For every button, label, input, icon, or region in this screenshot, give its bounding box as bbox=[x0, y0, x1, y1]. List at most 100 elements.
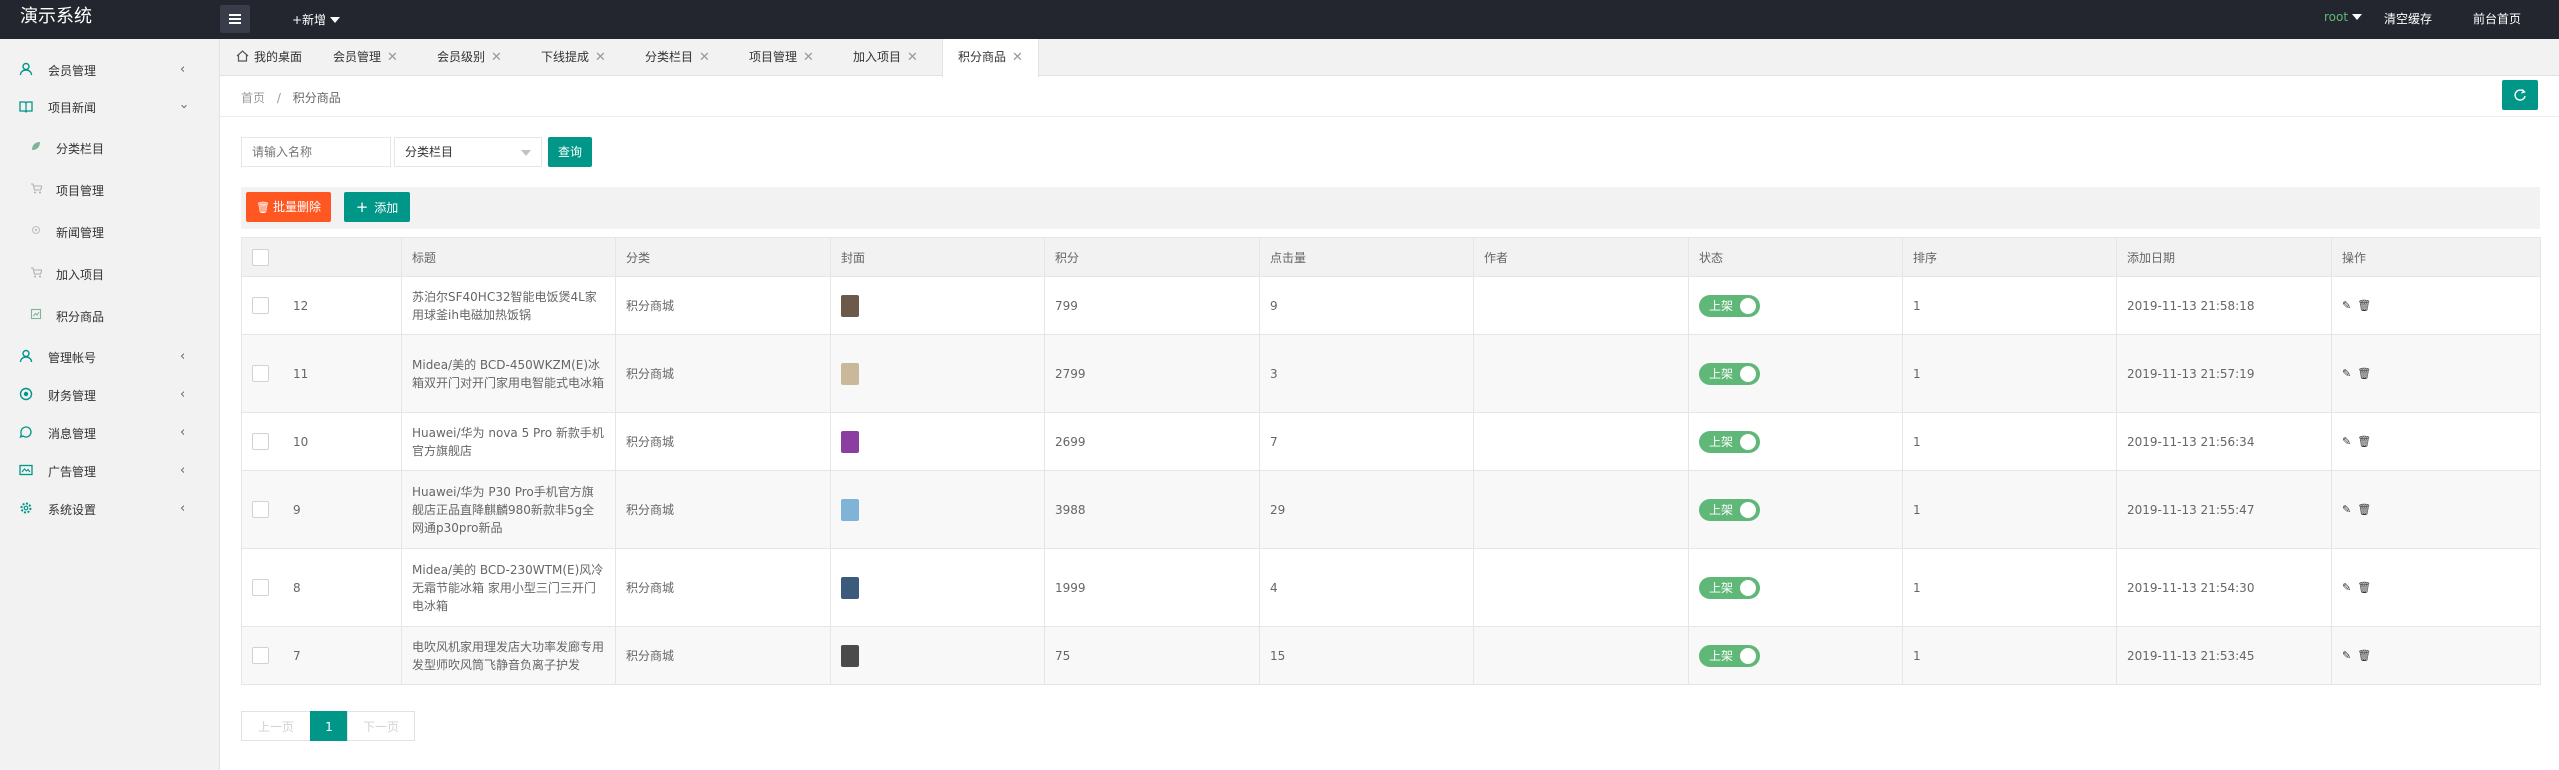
breadcrumb-current: 积分商品 bbox=[292, 91, 341, 105]
sidebar-subitem-category[interactable]: 分类栏目 bbox=[0, 127, 220, 167]
row-checkbox[interactable] bbox=[252, 579, 269, 596]
close-icon[interactable]: ✕ bbox=[1012, 50, 1023, 65]
cover-thumbnail[interactable] bbox=[841, 576, 859, 599]
edit-icon[interactable]: ✎ bbox=[2342, 297, 2351, 315]
prev-page-button[interactable]: 上一页 bbox=[241, 711, 311, 741]
sidebar-item-settings[interactable]: 系统设置 ‹ bbox=[0, 490, 220, 526]
delete-icon[interactable]: 🗑 bbox=[2357, 297, 2371, 315]
row-checkbox[interactable] bbox=[252, 365, 269, 382]
cover-thumbnail[interactable] bbox=[841, 498, 859, 521]
status-label: 上架 bbox=[1709, 580, 1734, 595]
close-icon[interactable]: ✕ bbox=[491, 50, 502, 65]
row-actions: ✎ 🗑 bbox=[2331, 470, 2541, 549]
chevron-left-icon: ‹ bbox=[180, 501, 186, 516]
batch-delete-label: 批量删除 bbox=[272, 200, 321, 214]
close-icon[interactable]: ✕ bbox=[387, 50, 398, 65]
close-icon[interactable]: ✕ bbox=[907, 50, 918, 65]
close-icon[interactable]: ✕ bbox=[803, 50, 814, 65]
table-row: 7 电吹风机家用理发店大功率发廊专用发型师吹风筒飞静音负离子护发 积分商城 75 15 上… bbox=[241, 626, 2541, 685]
tab-label: 下线提成 bbox=[541, 50, 590, 64]
delete-icon[interactable]: 🗑 bbox=[2357, 579, 2371, 597]
account-icon bbox=[19, 349, 33, 363]
next-page-button[interactable]: 下一页 bbox=[347, 711, 415, 741]
sidebar-subitem-points-goods[interactable]: 积分商品 bbox=[0, 295, 220, 335]
breadcrumb-home[interactable]: 首页 bbox=[241, 91, 265, 105]
category-select[interactable]: 分类栏目 bbox=[394, 137, 542, 167]
search-input[interactable]: 请输入名称 bbox=[241, 137, 391, 167]
status-toggle[interactable]: 上架 bbox=[1699, 294, 1760, 317]
tab-projects[interactable]: 项目管理 ✕ bbox=[749, 39, 814, 76]
sidebar-item-messages[interactable]: 消息管理 ‹ bbox=[0, 414, 220, 450]
row-status-cell: 上架 bbox=[1688, 470, 1903, 549]
row-checkbox[interactable] bbox=[252, 433, 269, 450]
add-button[interactable]: + 添加 bbox=[344, 192, 410, 222]
status-toggle[interactable]: 上架 bbox=[1699, 644, 1760, 667]
tab-commission[interactable]: 下线提成 ✕ bbox=[541, 39, 606, 76]
refresh-button[interactable] bbox=[2502, 80, 2538, 110]
toggle-knob bbox=[1740, 433, 1756, 450]
row-checkbox[interactable] bbox=[252, 297, 269, 314]
sidebar-item-members[interactable]: 会员管理 ‹ bbox=[0, 51, 220, 87]
sidebar: 会员管理 ‹ 项目新闻 ‹ 分类栏目 项目管理 新闻管理 加入项目 积分商品 管… bbox=[0, 39, 220, 770]
tab-join-project[interactable]: 加入项目 ✕ bbox=[853, 39, 918, 76]
select-all-checkbox[interactable] bbox=[252, 248, 269, 266]
row-status-cell: 上架 bbox=[1688, 276, 1903, 335]
tab-label: 我的桌面 bbox=[254, 50, 303, 64]
close-icon[interactable]: ✕ bbox=[595, 50, 606, 65]
sidebar-item-project-news[interactable]: 项目新闻 ‹ bbox=[0, 88, 220, 124]
leaf-icon bbox=[32, 142, 40, 150]
delete-icon[interactable]: 🗑 bbox=[2357, 501, 2371, 519]
tab-points-goods[interactable]: 积分商品 ✕ bbox=[942, 39, 1039, 77]
cover-thumbnail[interactable] bbox=[841, 362, 859, 385]
status-toggle[interactable]: 上架 bbox=[1699, 430, 1760, 453]
sidebar-item-ads[interactable]: 广告管理 ‹ bbox=[0, 452, 220, 488]
query-button[interactable]: 查询 bbox=[548, 137, 592, 167]
delete-icon[interactable]: 🗑 bbox=[2357, 433, 2371, 451]
tab-category[interactable]: 分类栏目 ✕ bbox=[645, 39, 710, 76]
edit-icon[interactable]: ✎ bbox=[2342, 579, 2351, 597]
edit-icon[interactable]: ✎ bbox=[2342, 433, 2351, 451]
cover-thumbnail[interactable] bbox=[841, 294, 859, 317]
delete-icon[interactable]: 🗑 bbox=[2357, 365, 2371, 383]
cover-thumbnail[interactable] bbox=[841, 430, 859, 453]
row-clicks: 7 bbox=[1259, 412, 1474, 471]
menu-toggle-button[interactable] bbox=[220, 5, 250, 33]
row-date: 2019-11-13 21:53:45 bbox=[2116, 626, 2332, 685]
status-toggle[interactable]: 上架 bbox=[1699, 498, 1760, 521]
row-checkbox[interactable] bbox=[252, 647, 269, 664]
sidebar-subitem-join[interactable]: 加入项目 bbox=[0, 253, 220, 293]
edit-icon[interactable]: ✎ bbox=[2342, 365, 2351, 383]
delete-icon[interactable]: 🗑 bbox=[2357, 647, 2371, 665]
row-clicks: 15 bbox=[1259, 626, 1474, 685]
news-icon bbox=[31, 225, 41, 235]
column-header: 操作 bbox=[2331, 237, 2541, 277]
row-checkbox[interactable] bbox=[252, 501, 269, 518]
user-menu[interactable]: root bbox=[2324, 10, 2363, 24]
sidebar-subitem-label: 新闻管理 bbox=[56, 226, 105, 240]
sidebar-subitem-news[interactable]: 新闻管理 bbox=[0, 211, 220, 251]
edit-icon[interactable]: ✎ bbox=[2342, 501, 2351, 519]
page-number-button[interactable]: 1 bbox=[310, 711, 348, 741]
breadcrumb: 首页 / 积分商品 bbox=[241, 89, 341, 106]
cover-thumbnail[interactable] bbox=[841, 644, 859, 667]
status-toggle[interactable]: 上架 bbox=[1699, 576, 1760, 599]
sidebar-item-accounts[interactable]: 管理帐号 ‹ bbox=[0, 338, 220, 374]
row-author bbox=[1473, 470, 1689, 549]
sidebar-item-finance[interactable]: 财务管理 ‹ bbox=[0, 376, 220, 412]
edit-icon[interactable]: ✎ bbox=[2342, 647, 2351, 665]
row-category: 积分商城 bbox=[615, 548, 831, 627]
close-icon[interactable]: ✕ bbox=[699, 50, 710, 65]
status-label: 上架 bbox=[1709, 434, 1734, 449]
batch-delete-button[interactable]: 🗑 批量删除 bbox=[246, 192, 331, 222]
clear-cache-link[interactable]: 清空缓存 bbox=[2384, 10, 2432, 27]
tab-my-desktop[interactable]: 我的桌面 bbox=[236, 39, 302, 76]
sidebar-subitem-projects[interactable]: 项目管理 bbox=[0, 169, 220, 209]
front-home-link[interactable]: 前台首页 bbox=[2473, 10, 2521, 27]
tab-member-level[interactable]: 会员级别 ✕ bbox=[437, 39, 502, 76]
tab-member-management[interactable]: 会员管理 ✕ bbox=[333, 39, 398, 76]
row-actions: ✎ 🗑 bbox=[2331, 626, 2541, 685]
add-new-menu[interactable]: +新增 bbox=[292, 11, 341, 28]
status-toggle[interactable]: 上架 bbox=[1699, 362, 1760, 385]
row-category: 积分商城 bbox=[615, 334, 831, 413]
sidebar-item-label: 广告管理 bbox=[48, 465, 97, 479]
